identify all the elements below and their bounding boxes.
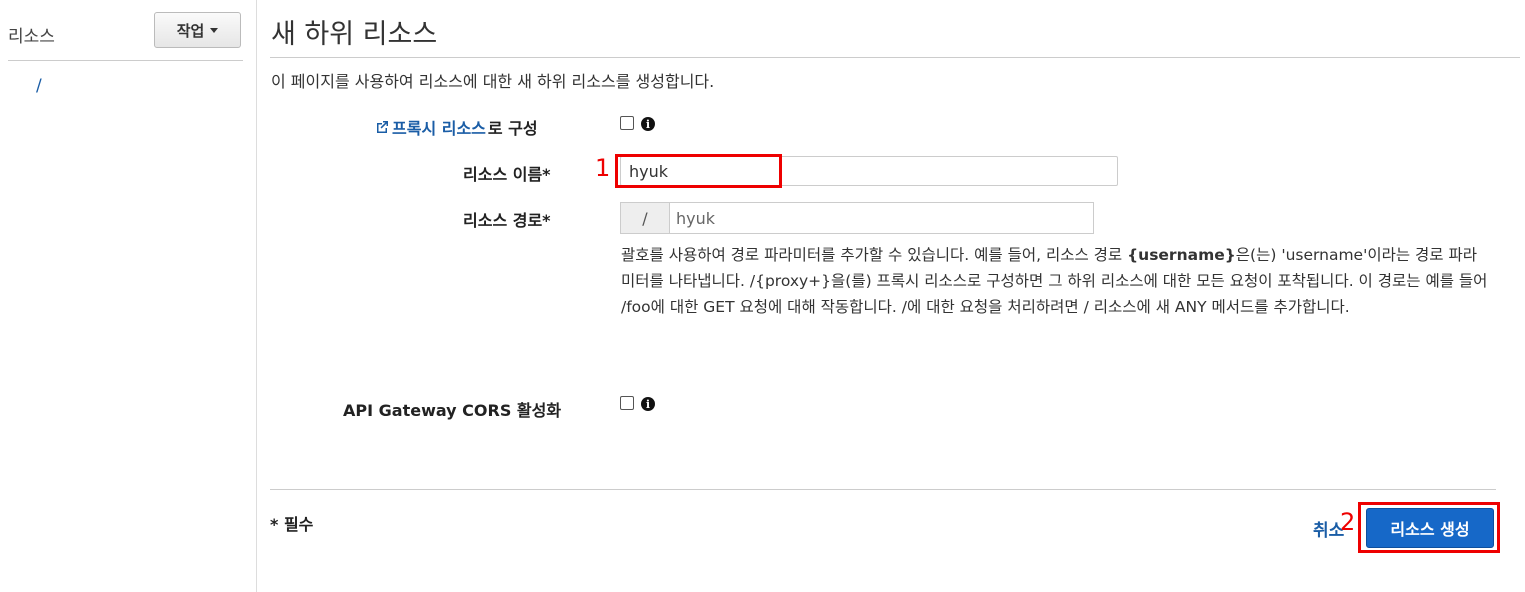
chevron-down-icon bbox=[210, 27, 219, 33]
page-title: 새 하위 리소스 bbox=[271, 19, 438, 50]
resource-name-label: 리소스 이름* bbox=[463, 165, 551, 184]
annotation-box-2 bbox=[1358, 502, 1500, 553]
resource-path-help: 괄호를 사용하여 경로 파라미터를 추가할 수 있습니다. 예를 들어, 리소스… bbox=[621, 242, 1491, 320]
sidebar-divider bbox=[8, 60, 243, 61]
page-description: 이 페이지를 사용하여 리소스에 대한 새 하위 리소스를 생성합니다. bbox=[271, 72, 715, 91]
cors-checkbox[interactable] bbox=[620, 396, 634, 410]
help-text-example: {username} bbox=[1127, 246, 1236, 264]
info-icon[interactable]: i bbox=[641, 397, 655, 411]
resources-sidebar: 리소스 작업 / bbox=[0, 0, 257, 592]
annotation-box-1 bbox=[615, 154, 782, 188]
footer-divider bbox=[270, 489, 1496, 490]
proxy-resource-label: 프록시 리소스 로 구성 bbox=[374, 115, 538, 139]
resource-path-input[interactable]: hyuk bbox=[670, 203, 1093, 233]
resource-path-label: 리소스 경로* bbox=[463, 211, 551, 230]
actions-label: 작업 bbox=[176, 21, 205, 40]
sidebar-title: 리소스 bbox=[8, 27, 55, 47]
actions-dropdown-button[interactable]: 작업 bbox=[154, 12, 241, 48]
info-icon[interactable]: i bbox=[641, 117, 655, 131]
proxy-resource-link[interactable]: 프록시 리소스 bbox=[392, 115, 486, 139]
help-text-part1: 괄호를 사용하여 경로 파라미터를 추가할 수 있습니다. 예를 들어, 리소스… bbox=[621, 246, 1128, 264]
external-link-icon bbox=[377, 121, 388, 133]
annotation-number-1: 1 bbox=[595, 154, 611, 182]
cors-label: API Gateway CORS 활성화 bbox=[343, 401, 562, 420]
resource-tree-root[interactable]: / bbox=[36, 76, 42, 96]
resource-path-field: / hyuk bbox=[620, 202, 1094, 234]
resource-path-prefix: / bbox=[621, 203, 670, 233]
required-note: * 필수 bbox=[270, 515, 314, 534]
title-divider bbox=[270, 57, 1520, 58]
proxy-resource-checkbox[interactable] bbox=[620, 116, 634, 130]
annotation-number-2: 2 bbox=[1340, 508, 1356, 536]
proxy-resource-suffix: 로 구성 bbox=[487, 119, 538, 138]
